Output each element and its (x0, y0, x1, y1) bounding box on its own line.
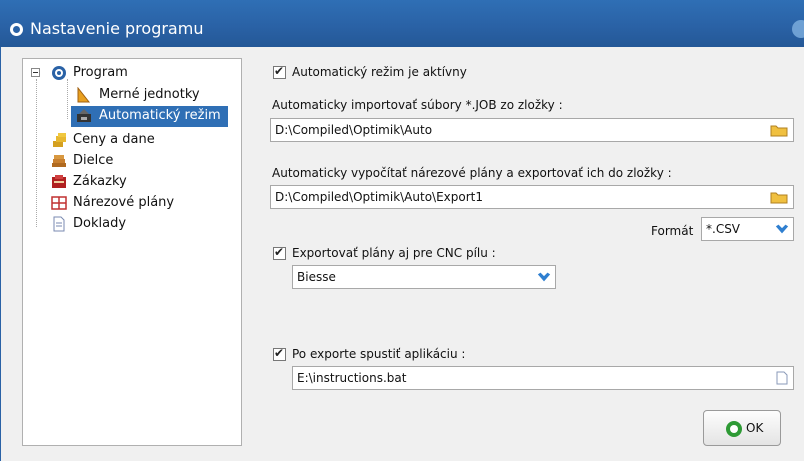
chevron-down-icon (537, 272, 551, 282)
format-select[interactable]: *.CSV (701, 217, 794, 241)
tree-line (36, 79, 37, 227)
window-title: Nastavenie programu (30, 19, 204, 38)
import-folder-label: Automaticky importovať súbory *.JOB zo z… (272, 98, 563, 112)
tree-line (67, 79, 68, 119)
coins-icon (53, 133, 66, 147)
cnc-export-label: Exportovať plány aj pre CNC pílu : (292, 246, 496, 260)
auto-mode-checkbox[interactable] (273, 64, 286, 79)
export-folder-label: Automaticky vypočítať nárezové plány a e… (272, 166, 672, 180)
tree-item-panels[interactable]: Dielce (51, 151, 211, 171)
cnc-select[interactable]: Biesse (292, 265, 556, 289)
ok-button[interactable]: OK (703, 410, 781, 446)
tree-item-label: Dielce (73, 153, 114, 168)
tree-item-prices[interactable]: Ceny a dane (51, 130, 211, 150)
format-value: *.CSV (706, 222, 741, 236)
ok-button-label: OK (746, 421, 764, 435)
documents-icon (53, 216, 65, 232)
file-icon[interactable] (776, 371, 788, 385)
panels-icon (52, 155, 66, 167)
tree-item-orders[interactable]: Zákazky (51, 172, 211, 192)
cnc-value: Biesse (297, 270, 336, 284)
after-export-checkbox[interactable] (273, 346, 286, 361)
tree-item-documents[interactable]: Doklady (51, 214, 211, 234)
tree-item-program[interactable]: Program (51, 63, 171, 83)
tree-item-label: Automatický režim (99, 108, 221, 123)
cutting-plans-icon (51, 196, 67, 210)
tree-item-units[interactable]: Merné jednotky (75, 85, 235, 105)
cnc-export-checkbox[interactable] (273, 245, 286, 260)
close-icon[interactable] (792, 20, 804, 38)
folder-icon[interactable] (770, 124, 788, 137)
ok-icon (726, 421, 742, 437)
after-export-label: Po exporte spustiť aplikáciu : (292, 347, 466, 361)
format-label: Formát (651, 224, 694, 238)
tree-item-cutting-plans[interactable]: Nárezové plány (51, 193, 231, 213)
chevron-down-icon (775, 224, 789, 234)
ruler-icon (77, 87, 91, 103)
export-folder-input[interactable]: D:\Compiled\Optimik\Auto\Export1 (270, 185, 794, 209)
app-icon (10, 23, 23, 36)
settings-tree[interactable]: Program Merné jednotky Automatický režim… (22, 58, 242, 446)
auto-mode-label: Automatický režim je aktívny (292, 65, 467, 79)
tree-item-label: Zákazky (73, 174, 127, 189)
orders-icon (52, 175, 66, 188)
tree-item-auto-mode[interactable]: Automatický režim (71, 106, 228, 127)
title-bar: Nastavenie programu (0, 0, 804, 47)
after-export-input[interactable]: E:\instructions.bat (292, 366, 794, 390)
collapse-icon[interactable] (31, 68, 40, 77)
tree-item-label: Nárezové plány (73, 195, 175, 210)
import-folder-input[interactable]: D:\Compiled\Optimik\Auto (270, 118, 794, 142)
auto-mode-icon (77, 109, 91, 122)
tree-item-label: Program (73, 65, 128, 80)
tree-item-label: Doklady (73, 216, 127, 231)
tree-item-label: Merné jednotky (99, 87, 200, 102)
folder-icon[interactable] (770, 191, 788, 204)
program-icon (52, 66, 66, 80)
tree-item-label: Ceny a dane (73, 132, 155, 147)
